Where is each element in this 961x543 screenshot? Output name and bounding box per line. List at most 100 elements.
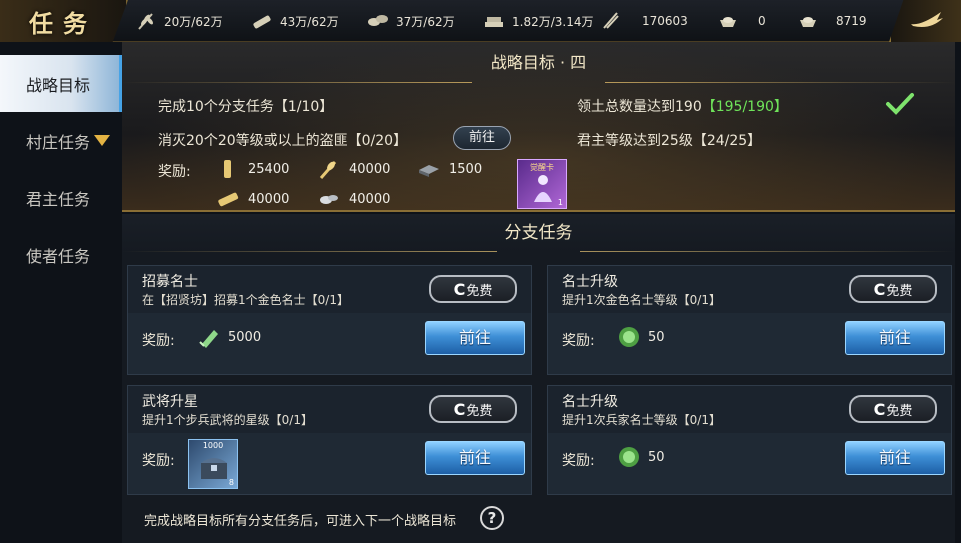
goal-reward-3-value: 1500 [449,161,483,177]
goal-reward-4: 40000 [216,188,289,210]
stone-icon [366,9,390,33]
resource-gold-value: 0 [758,14,766,28]
strategic-goal-panel: 战略目标 · 四 完成10个分支任务【1/10】 消灭20个20等级或以上的盗匪… [122,42,955,212]
wood-icon [216,188,240,210]
refresh-c-icon: C [453,399,466,419]
branch-reward-label: 奖励: [562,453,595,469]
troops-icon [598,9,622,33]
resource-grain: 20万/62万 [134,0,223,42]
goal-reward-5-value: 40000 [349,191,391,207]
free-complete-label: 免费 [886,283,913,299]
tab-strategic-goal-label: 战略目标 [26,75,91,95]
treasure-box-item[interactable]: 1000 8 [188,439,238,489]
goal-reward-2: 40000 [317,158,390,180]
branch-task-name: 武将升星 [142,394,198,410]
branch-task-card: 武将升星 提升1个步兵武将的星级【0/1】 C 免费 奖励: 1000 8 前往 [127,385,532,495]
tab-envoy-tasks[interactable]: 使者任务 [0,226,122,283]
resource-wood: 43万/62万 [250,0,339,42]
branch-task-name: 名士升级 [562,274,618,290]
awakening-card-count: 1 [557,198,563,207]
free-complete-button[interactable]: C 免费 [849,275,937,303]
go-button[interactable]: 前往 [845,441,945,475]
wood-icon [216,158,240,180]
resource-stone: 37万/62万 [366,0,455,42]
help-button[interactable]: ? [480,506,504,530]
branch-task-card: 名士升级 提升1次金色名士等级【0/1】 C 免费 奖励: 50 前往 [547,265,952,375]
goal-task-2: 消灭20个20等级或以上的盗匪【0/20】 [158,133,408,149]
troops-token-icon [196,324,222,350]
goal-task-1: 完成10个分支任务【1/10】 [158,99,334,115]
tab-strategic-goal[interactable]: 战略目标 [0,55,122,112]
branch-reward-label: 奖励: [142,453,175,469]
free-complete-label: 免费 [886,403,913,419]
goal-task-2-go-button[interactable]: 前往 [453,126,511,150]
stone-icon [317,188,341,210]
tab-village-tasks[interactable]: 村庄任务 [0,112,122,169]
resource-silver: 8719 [796,0,867,42]
page-title-badge: 任务 [0,0,128,42]
dropdown-arrow-icon [94,135,111,146]
resource-stone-value: 37万/62万 [396,14,455,29]
treasure-box-label: 1000 [202,441,224,450]
goal-task-3-text: 领土总数量达到190 [577,99,702,115]
tab-village-tasks-label: 村庄任务 [26,132,91,152]
back-button[interactable] [889,0,961,42]
goal-reward-1: 25400 [216,158,289,180]
resource-silver-value: 8719 [836,14,867,28]
free-complete-label: 免费 [466,283,493,299]
free-complete-button[interactable]: C 免费 [849,395,937,423]
goal-reward-5: 40000 [317,188,390,210]
tab-lord-tasks-label: 君主任务 [26,189,91,209]
page-title: 任务 [29,8,97,38]
goal-task-3-progress: 【195/190】 [701,99,788,115]
free-complete-label: 免费 [466,403,493,419]
branch-task-desc: 提升1次金色名士等级【0/1】 [562,293,721,307]
tab-lord-tasks[interactable]: 君主任务 [0,169,122,226]
branch-task-name: 名士升级 [562,394,618,410]
goal-reward-1-value: 25400 [248,161,290,177]
hero-figure-icon [531,172,555,206]
resource-wood-value: 43万/62万 [280,14,339,29]
branch-reward-label: 奖励: [142,333,175,349]
resource-iron: 1.82万/3.14万 [482,0,593,42]
goal-reward-3: 1500 [417,158,482,180]
goal-task-3: 领土总数量达到190【195/190】 [577,96,788,116]
back-arrow-icon [907,8,945,34]
goal-reward-2-value: 40000 [349,161,391,177]
goal-title: 战略目标 · 四 [122,48,955,83]
goal-reward-label: 奖励: [158,164,191,180]
go-button[interactable]: 前往 [845,321,945,355]
resource-troops: 170603 [598,0,688,42]
footer-tip: 完成战略目标所有分支任务后，可进入下一个战略目标 [144,514,457,529]
resource-gold: 0 [716,0,766,42]
resource-bar: 任务 20万/62万 43万/62万 37万/62万 1.82万/3.14万 1… [0,0,961,42]
refresh-c-icon: C [873,399,886,419]
branch-reward-label: 奖励: [562,333,595,349]
grain-icon [134,9,158,33]
free-complete-button[interactable]: C 免费 [429,275,517,303]
resource-grain-value: 20万/62万 [164,14,223,29]
gold-ingot-icon [716,9,740,33]
jade-icon [616,444,642,470]
jade-icon [616,324,642,350]
resource-troops-value: 170603 [642,14,688,28]
free-complete-button[interactable]: C 免费 [429,395,517,423]
branch-task-card: 招募名士 在【招贤坊】招募1个金色名士【0/1】 C 免费 奖励: 5000 前往 [127,265,532,375]
branch-tasks-title: 分支任务 [122,214,955,252]
branch-reward-value: 5000 [228,330,262,345]
treasure-box-icon [199,453,229,485]
go-button[interactable]: 前往 [425,441,525,475]
branch-reward-value: 50 [648,330,665,345]
branch-task-desc: 提升1个步兵武将的星级【0/1】 [142,413,313,427]
task-category-sidebar: 战略目标 村庄任务 君主任务 使者任务 [0,55,122,543]
branch-task-name: 招募名士 [142,274,198,290]
refresh-c-icon: C [453,279,466,299]
go-button[interactable]: 前往 [425,321,525,355]
tab-envoy-tasks-label: 使者任务 [26,246,91,266]
treasure-box-count: 8 [228,478,234,487]
awakening-card-item[interactable]: 觉醒卡 1 [517,159,567,209]
iron-icon [482,9,506,33]
checkmark-icon [885,92,915,120]
branch-task-card: 名士升级 提升1次兵家名士等级【0/1】 C 免费 奖励: 50 前往 [547,385,952,495]
branch-task-desc: 在【招贤坊】招募1个金色名士【0/1】 [142,293,349,307]
